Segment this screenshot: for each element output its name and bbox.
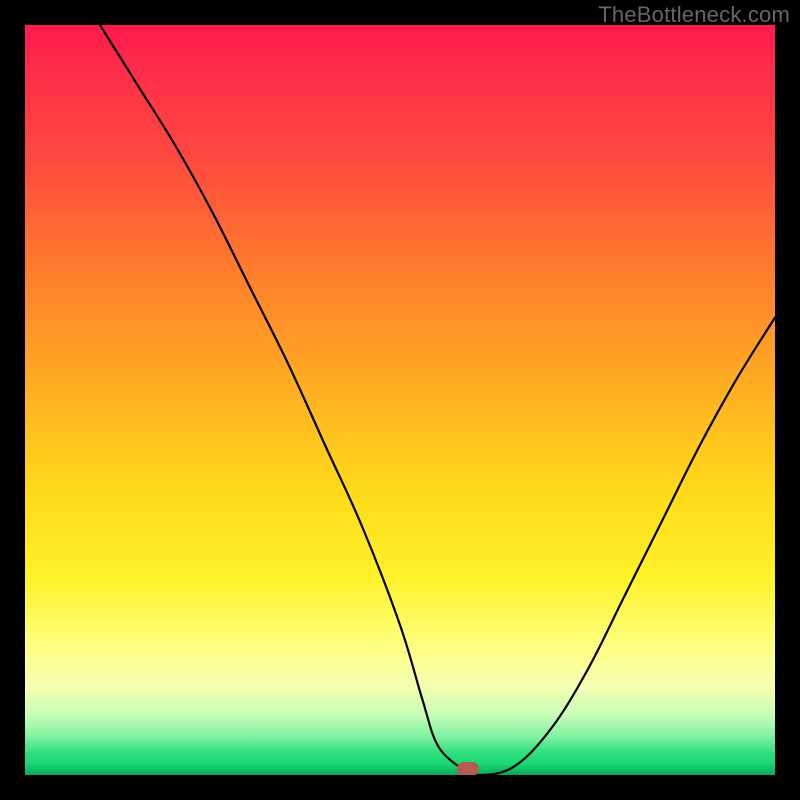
- optimal-point-marker: [457, 762, 479, 775]
- watermark-text: TheBottleneck.com: [598, 2, 790, 28]
- plot-area: [25, 25, 775, 775]
- chart-frame: TheBottleneck.com: [0, 0, 800, 800]
- bottleneck-curve: [25, 25, 775, 775]
